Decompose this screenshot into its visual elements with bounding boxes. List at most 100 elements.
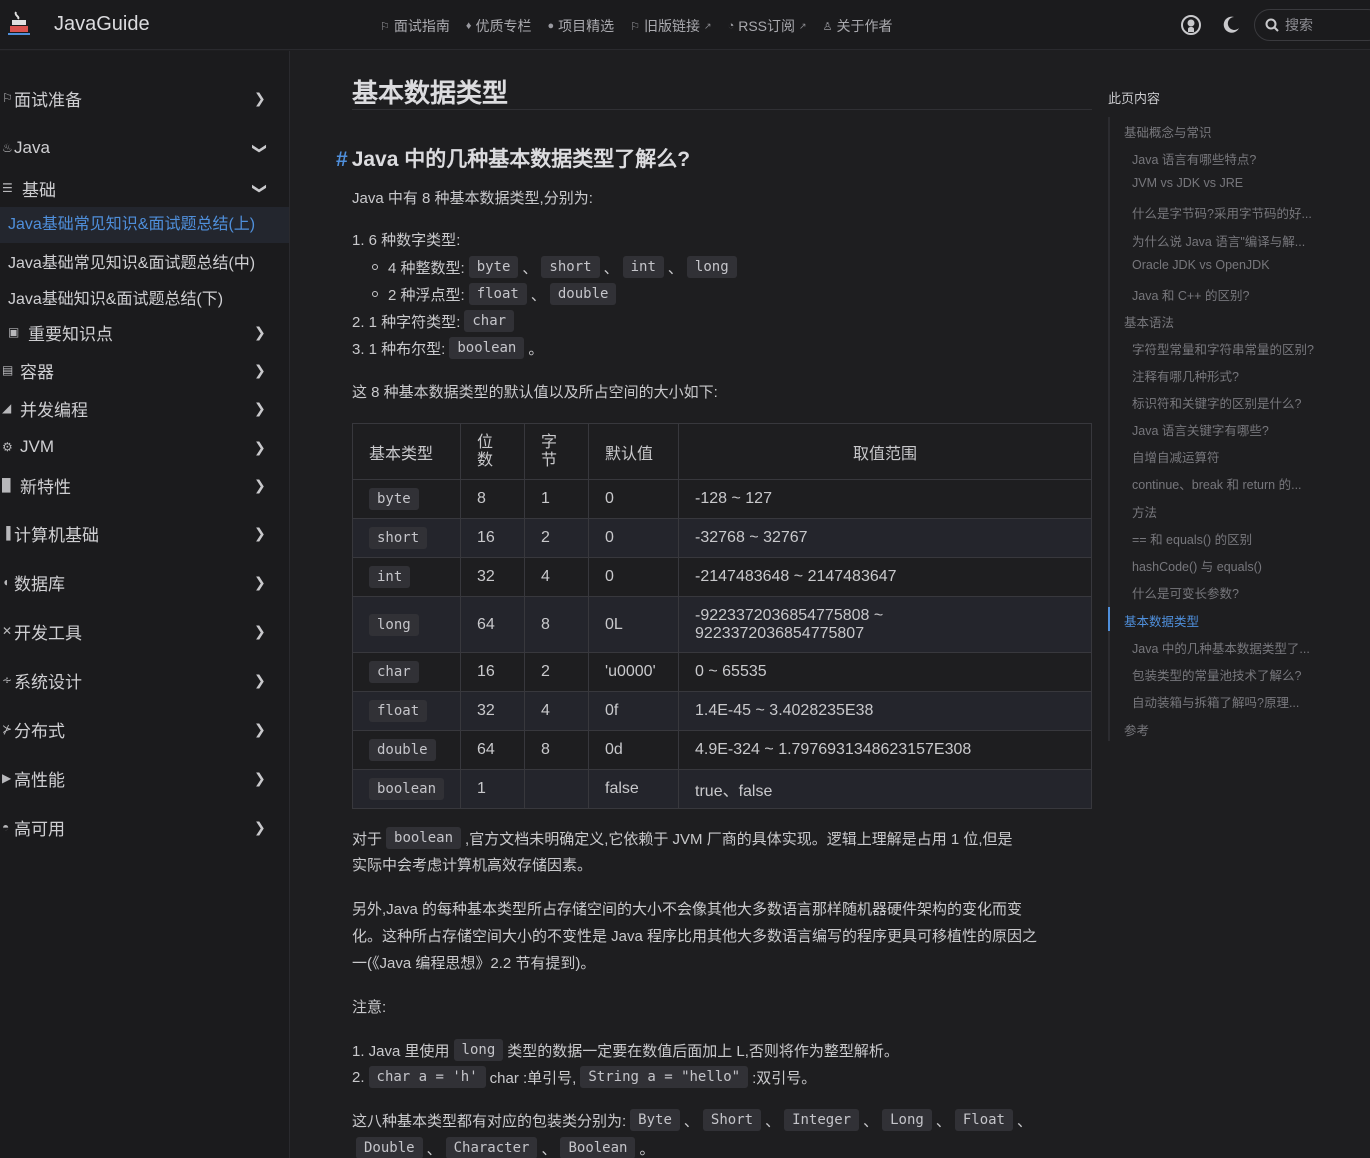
table-row: short 16 2 0 -32768 ~ 32767	[351, 518, 1092, 558]
search-input[interactable]: 搜索	[1254, 9, 1370, 41]
sidebar-item-high-availability[interactable]: ◓ 高可用 ❯	[0, 816, 289, 839]
page-title: 基本数据类型	[352, 78, 509, 108]
table-cell: float	[351, 691, 462, 731]
paragraph-text: 另外,Java 的每种基本类型所占存储空间的大小不会像其他大多数语言那样随机器硬…	[352, 901, 1023, 918]
table-cell: 8	[460, 479, 526, 519]
toc-item-active[interactable]: 基本数据类型	[1124, 611, 1199, 630]
list-item-text: 2. 1 种字符类型:	[352, 313, 461, 331]
sidebar-item-label: 数据库	[14, 574, 65, 594]
nav-link-label: 关于作者	[836, 18, 893, 34]
list-item-text: char :单引号,	[489, 1069, 577, 1087]
header-char: 数	[477, 451, 494, 469]
separator: 、	[522, 259, 538, 277]
nav-link-label: 项目精选	[558, 18, 615, 34]
javaguide-logo[interactable]	[4, 8, 34, 38]
sidebar-subitem-basics-part2[interactable]: Java基础常见知识&面试题总结(中)	[0, 249, 289, 272]
table-cell: -2147483648 ~ 2147483647	[678, 557, 1092, 597]
external-link-icon: ↗	[799, 20, 807, 31]
signpost-icon: ⚐	[2, 91, 13, 105]
section-heading-text: Java 中的几种基本数据类型了解么?	[351, 148, 691, 171]
sidebar-item-dev-tools[interactable]: ✕ 开发工具 ❯	[0, 620, 289, 643]
sidebar-item-concurrency[interactable]: ◢ 并发编程 ❯	[0, 397, 289, 420]
nav-link-about[interactable]: ♙ 关于作者	[823, 16, 893, 36]
table-cell: 0L	[588, 596, 680, 653]
table-intro-paragraph: 这 8 种基本数据类型的默认值以及所占空间的大小如下:	[352, 384, 718, 401]
sidebar-item-cs-basics[interactable]: ▐ 计算机基础 ❯	[0, 522, 289, 545]
toc-item[interactable]: 基础概念与常识	[1124, 122, 1212, 141]
bookmark-icon: █	[2, 478, 11, 492]
toc-item[interactable]: 为什么说 Java 语言"编译与解...	[1132, 231, 1305, 250]
sidebar-item-basics[interactable]: ☰ 基础 ❯	[0, 177, 289, 200]
list-item-integer-types: 4 种整数型: byte、 short、 int、 long	[372, 256, 741, 278]
toc-item[interactable]: == 和 equals() 的区别	[1132, 529, 1252, 548]
toc-item[interactable]: 自动装箱与拆箱了解吗?原理...	[1132, 692, 1299, 711]
toc-item[interactable]: 基本语法	[1124, 312, 1174, 331]
sidebar-item-database[interactable]: ◖ 数据库 ❯	[0, 571, 289, 594]
dark-mode-toggle-icon[interactable]	[1220, 14, 1242, 36]
sidebar-item-distributed[interactable]: ⊁ 分布式 ❯	[0, 718, 289, 741]
toc-item[interactable]: 字符型常量和字符串常量的区别?	[1132, 339, 1314, 358]
toc-item[interactable]: 自增自减运算符	[1132, 447, 1220, 466]
sidebar-item-jvm[interactable]: ⚙ JVM ❯	[0, 436, 289, 458]
intro-paragraph: Java 中有 8 种基本数据类型,分别为:	[352, 190, 593, 207]
sidebar-item-high-performance[interactable]: ▶ 高性能 ❯	[0, 767, 289, 790]
inline-code: String a = "hello"	[580, 1066, 749, 1088]
sidebar-subitem-basics-part1[interactable]: Java基础常见知识&面试题总结(上)	[0, 207, 289, 243]
toc-item[interactable]: 参考	[1124, 720, 1149, 739]
toc-item[interactable]: Java 语言有哪些特点?	[1132, 149, 1256, 168]
nav-link-projects[interactable]: ● 项目精选	[548, 16, 615, 36]
chevron-down-icon: ❯	[252, 182, 269, 194]
toc-item[interactable]: Java 语言关键字有哪些?	[1132, 420, 1269, 439]
chevron-down-icon: ❯	[252, 142, 269, 154]
table-cell: 4	[524, 557, 590, 597]
database-icon: ◖	[2, 575, 10, 589]
toc-item[interactable]: 标识符和关键字的区别是什么?	[1132, 393, 1301, 412]
sidebar-item-system-design[interactable]: ∻ 系统设计 ❯	[0, 669, 289, 692]
table-cell	[524, 769, 590, 809]
paragraph-text: 一(《Java 编程思想》2.2 节有提到)。	[352, 955, 596, 972]
rss-icon: ◔	[727, 20, 735, 32]
table-cell: 32	[460, 691, 526, 731]
list-item-numeric-types: 1. 6 种数字类型:	[352, 229, 460, 250]
nav-link-label: RSS订阅	[738, 18, 796, 34]
list-item-char-type: 2. 1 种字符类型: char	[352, 310, 518, 332]
portability-paragraph-line1: 另外,Java 的每种基本类型所占存储空间的大小不会像其他大多数语言那样随机器硬…	[352, 898, 1022, 919]
sidebar-subitem-basics-part3[interactable]: Java基础知识&面试题总结(下)	[0, 285, 289, 308]
nav-link-rss[interactable]: ◔ RSS订阅 ↗	[728, 16, 807, 36]
toc-item[interactable]: continue、break 和 return 的...	[1132, 474, 1302, 493]
toc-item[interactable]: 包装类型的常量池技术了解么?	[1132, 665, 1301, 684]
github-icon[interactable]	[1180, 14, 1202, 36]
sidebar-item-java[interactable]: ♨ Java ❯	[0, 137, 289, 159]
toc-item[interactable]: Java 中的几种基本数据类型了...	[1132, 638, 1310, 657]
toc-item[interactable]: Java 和 C++ 的区别?	[1132, 285, 1249, 304]
person-icon: ♙	[822, 20, 833, 33]
nav-link-columns[interactable]: ♦ 优质专栏	[466, 16, 532, 36]
inline-code: boolean	[369, 778, 445, 800]
boolean-paragraph-line2: 实际中会考虑计算机高效存储因素。	[352, 854, 592, 875]
sidebar-item-label: 系统设计	[14, 672, 82, 692]
toc-item[interactable]: 方法	[1132, 502, 1157, 521]
inline-code: char	[369, 661, 419, 683]
sidebar-item-label: 并发编程	[20, 400, 88, 420]
toc-item[interactable]: 什么是字节码?采用字节码的好...	[1132, 203, 1312, 222]
toc-item[interactable]: JVM vs JDK vs JRE	[1132, 176, 1243, 190]
inline-code: Integer	[784, 1109, 860, 1131]
table-cell: 2	[524, 652, 590, 692]
toc-item[interactable]: hashCode() 与 equals()	[1132, 556, 1262, 575]
nav-link-interview-guide[interactable]: ⚐ 面试指南	[380, 16, 450, 36]
toc-item[interactable]: 什么是可变长参数?	[1132, 583, 1239, 602]
inline-code: short	[541, 256, 600, 278]
sidebar-item-label: 面试准备	[14, 90, 82, 110]
toc-item[interactable]: 注释有哪几种形式?	[1132, 366, 1239, 385]
section-heading: # Java 中的几种基本数据类型了解么?	[336, 143, 690, 173]
site-brand[interactable]: JavaGuide	[54, 13, 150, 36]
header-anchor-link[interactable]: #	[336, 148, 348, 171]
toc-item[interactable]: Oracle JDK vs OpenJDK	[1132, 258, 1270, 272]
sidebar-item-interview-prep[interactable]: ⚐ 面试准备 ❯	[0, 87, 289, 110]
sidebar-item-collections[interactable]: ▤ 容器 ❯	[0, 359, 289, 382]
table-cell: 1	[460, 769, 526, 809]
nav-link-old-version[interactable]: ⚐ 旧版链接 ↗	[630, 16, 711, 36]
sidebar-item-key-points[interactable]: ▣ 重要知识点 ❯	[0, 321, 289, 344]
inline-code: byte	[369, 488, 419, 510]
sidebar-item-new-features[interactable]: █ 新特性 ❯	[0, 474, 289, 497]
